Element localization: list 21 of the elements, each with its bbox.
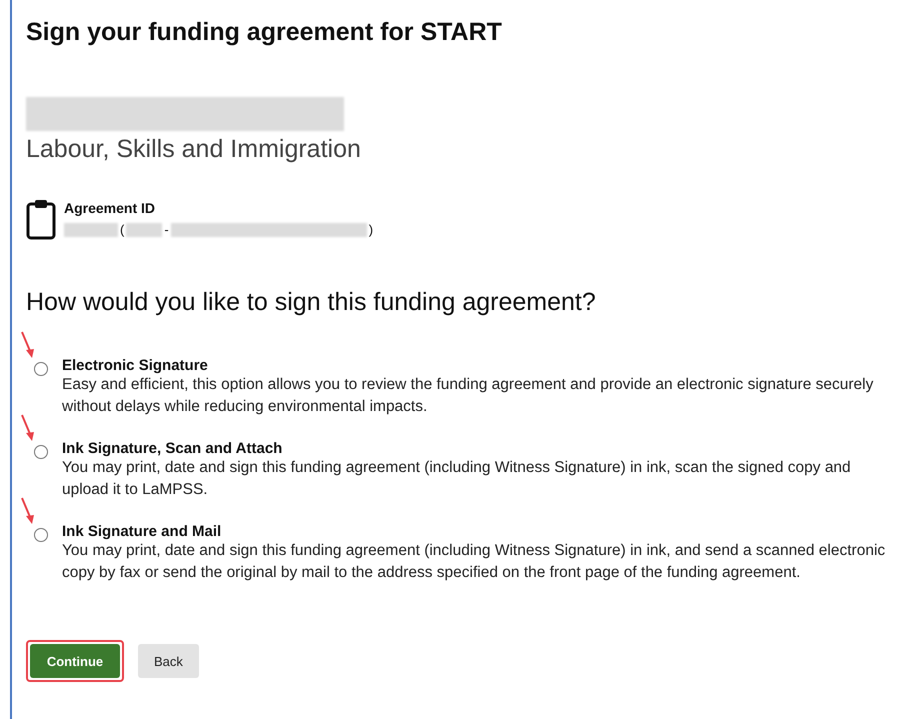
radio-button[interactable] <box>34 362 48 376</box>
radio-button[interactable] <box>34 445 48 459</box>
option-description: You may print, date and sign this funding agreement (including Witness Signature) in ink, scan the signed copy and upload it to LaMPSS. <box>62 458 852 500</box>
redacted-text <box>64 222 118 236</box>
back-button[interactable]: Back <box>138 644 199 678</box>
option-description: Easy and efficient, this option allows you to review the funding agreement and provide an electronic signature securely without delays while reducing environmental impacts. <box>62 375 874 417</box>
option-title: Ink Signature and Mail <box>62 523 222 540</box>
clipboard-icon <box>26 198 56 240</box>
id-punctuation: ( <box>120 222 124 237</box>
option-title: Ink Signature, Scan and Attach <box>62 440 284 457</box>
option-title: Electronic Signature <box>62 357 209 374</box>
option-description: You may print, date and sign this funding agreement (including Witness Signature) in ink, and send a scanned electronic copy by fax or send the original by mail to the address specified on the front page of the funding agreement. <box>62 541 886 583</box>
id-punctuation: - <box>164 222 169 237</box>
continue-button[interactable]: Continue <box>30 644 120 678</box>
redacted-text <box>126 222 162 236</box>
page-title: Sign your funding agreement for START <box>26 18 503 47</box>
organization-name: Labour, Skills and Immigration <box>26 135 362 164</box>
question-heading: How would you like to sign this funding agreement? <box>26 288 597 317</box>
radio-button[interactable] <box>34 528 48 542</box>
agreement-id-label: Agreement ID <box>64 200 156 216</box>
id-punctuation: ) <box>368 222 374 237</box>
